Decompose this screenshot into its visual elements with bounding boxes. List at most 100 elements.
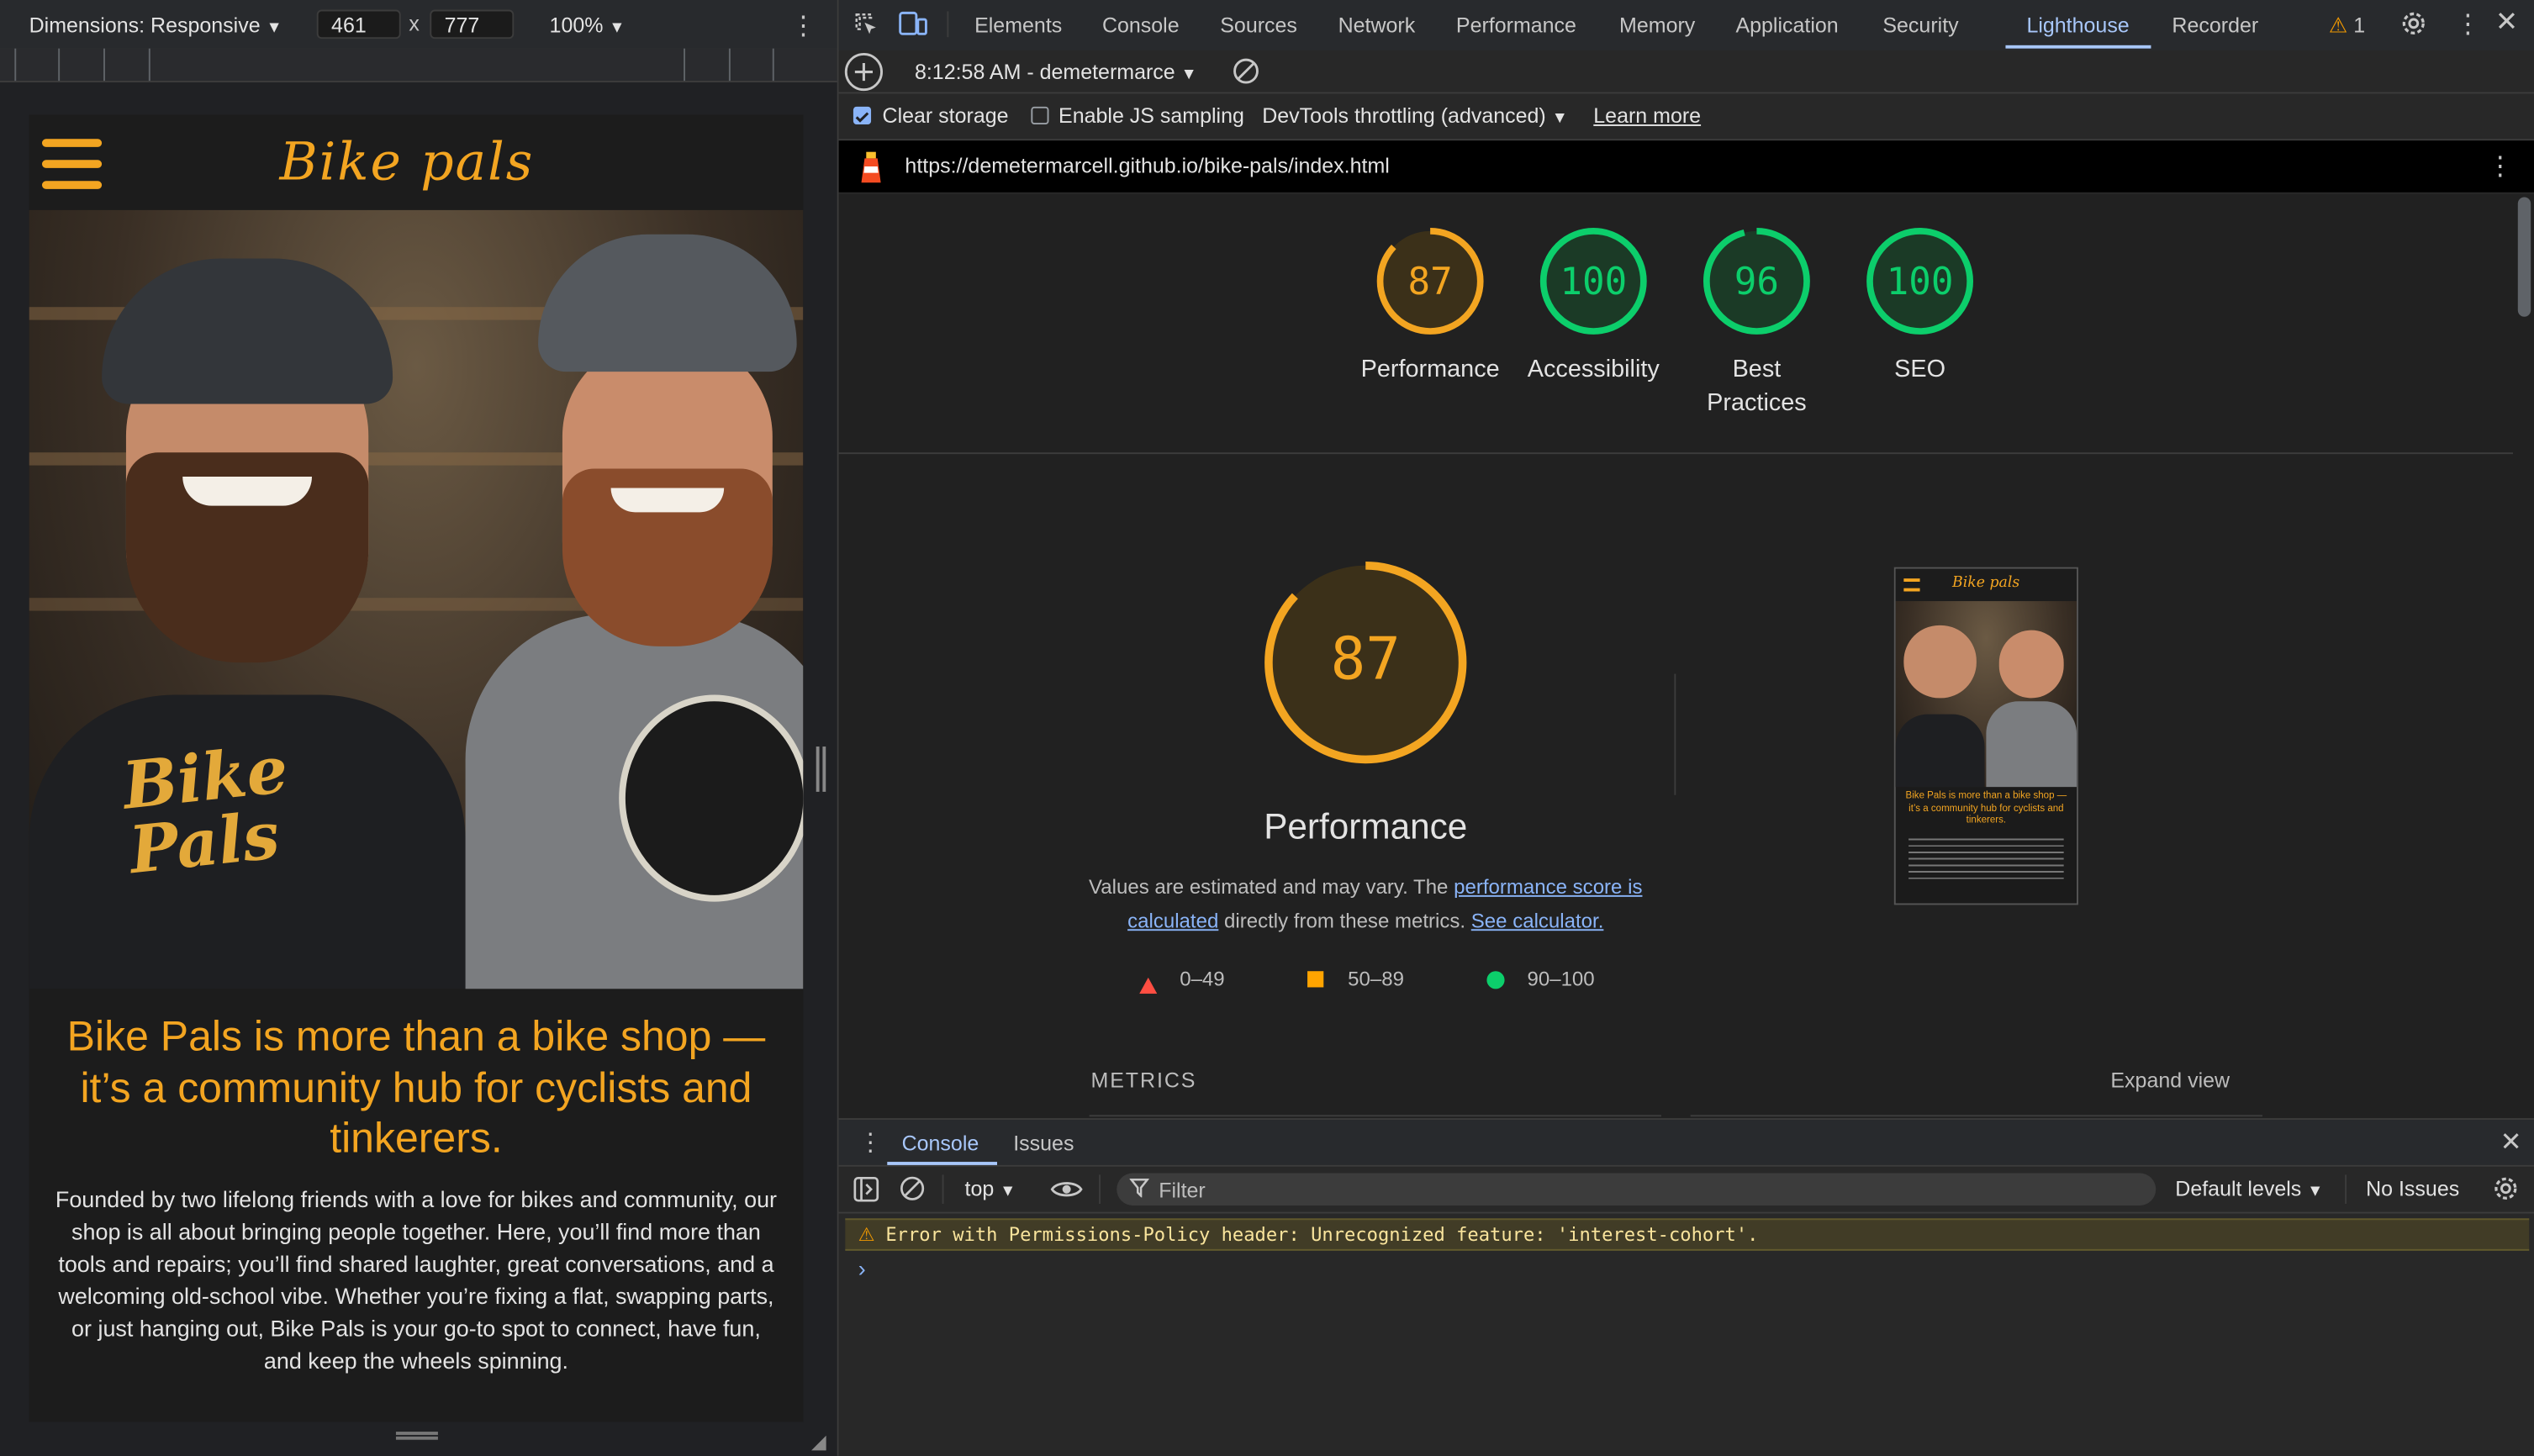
ruler-tick — [684, 48, 686, 82]
gauge-accessibility[interactable]: 100 — [1537, 224, 1650, 338]
site-logo[interactable]: Bike pals — [280, 131, 535, 193]
drawer-menu-icon[interactable]: ⋮ — [858, 1128, 883, 1158]
clear-storage-label: Clear storage — [882, 103, 1009, 128]
console-filter-input[interactable]: Filter — [1117, 1173, 2157, 1205]
settings-gear-icon[interactable] — [2399, 10, 2427, 42]
zoom-label: 100% — [549, 13, 604, 38]
more-options-icon[interactable]: ⋮ — [2487, 150, 2513, 182]
metrics-section-label: METRICS — [1090, 1068, 1197, 1093]
gauge-score: 100 — [1560, 261, 1627, 303]
close-devtools-icon[interactable]: ✕ — [2495, 7, 2518, 39]
clear-report-icon[interactable] — [1232, 56, 1261, 90]
active-tab-indicator — [2005, 45, 2151, 49]
viewport-resize-handle[interactable] — [395, 1432, 438, 1440]
clear-storage-checkbox[interactable] — [853, 106, 872, 125]
live-expression-eye-icon[interactable] — [1050, 1176, 1083, 1207]
report-url-bar: https://demetermarcell.github.io/bike-pa… — [838, 140, 2534, 193]
context-selector[interactable]: top ▼ — [965, 1176, 1016, 1200]
lighthouse-report: 87 Performance 100 Accessibility 96 Best Prac… — [838, 193, 2534, 1119]
console-prompt-icon[interactable]: › — [858, 1256, 866, 1282]
corner-resize-icon[interactable]: ◢ — [811, 1430, 826, 1453]
drawer-tab-issues[interactable]: Issues — [1013, 1132, 1074, 1156]
tab-sources[interactable]: Sources — [1220, 13, 1297, 37]
log-levels-dropdown[interactable]: Default levels ▼ — [2175, 1176, 2323, 1200]
hero-image: Bike Pals — [29, 209, 804, 989]
dropdown-arrow-icon: ▼ — [2307, 1183, 2324, 1201]
dropdown-arrow-icon: ▼ — [266, 19, 282, 38]
more-options-icon[interactable]: ⋮ — [790, 10, 816, 42]
performance-main-gauge: 87 — [1264, 561, 1467, 764]
legend-range-average: 50–89 — [1348, 968, 1404, 991]
gauge-best-practices[interactable]: 96 — [1700, 224, 1813, 338]
ruler-tick — [103, 48, 105, 82]
inspect-element-icon[interactable] — [853, 11, 879, 42]
tab-network[interactable]: Network — [1338, 13, 1416, 37]
gauge-seo[interactable]: 100 — [1863, 224, 1977, 338]
dropdown-arrow-icon: ▼ — [609, 19, 626, 38]
drawer-tab-bar: ⋮ Console Issues ✕ — [838, 1120, 2534, 1167]
issues-counter[interactable]: No Issues — [2366, 1176, 2459, 1200]
thumb-paragraph-lines — [1908, 835, 2064, 884]
clear-console-icon[interactable] — [899, 1174, 926, 1206]
divider — [838, 452, 2514, 455]
legend-range-fail: 0–49 — [1180, 968, 1225, 991]
device-toggle-icon[interactable] — [899, 11, 928, 42]
height-input[interactable]: 777 — [430, 9, 515, 40]
dropdown-arrow-icon: ▼ — [1180, 66, 1197, 84]
tab-recorder[interactable]: Recorder — [2172, 13, 2258, 37]
tab-elements[interactable]: Elements — [974, 13, 1062, 37]
dimensions-dropdown[interactable]: Dimensions: Responsive ▼ — [29, 13, 282, 37]
drawer-tab-console[interactable]: Console — [902, 1132, 979, 1156]
main-gauge-score: 87 — [1331, 625, 1401, 693]
report-selector[interactable]: 8:12:58 AM - demetermarce ▼ — [915, 60, 1197, 84]
pane-splitter-grip[interactable] — [816, 746, 826, 792]
gauge-label: SEO — [1894, 355, 1946, 383]
legend-range-pass: 90–100 — [1527, 968, 1595, 991]
tab-console[interactable]: Console — [1102, 13, 1180, 37]
tab-memory[interactable]: Memory — [1619, 13, 1695, 37]
dimensions-label: Dimensions: Responsive — [29, 13, 261, 38]
lighthouse-logo-icon — [857, 149, 886, 189]
hamburger-menu-icon[interactable] — [29, 114, 119, 209]
tab-application[interactable]: Application — [1735, 13, 1838, 37]
warning-text: Error with Permissions-Policy header: Un… — [885, 1223, 1759, 1247]
description-text: directly from these metrics. — [1218, 910, 1471, 933]
site-paragraph: Founded by two lifelong friends with a l… — [55, 1185, 778, 1374]
thumb-heading: Bike Pals is more than a bike shop — it’… — [1905, 791, 2067, 826]
width-input[interactable]: 461 — [316, 9, 401, 40]
media-query-ruler[interactable] — [0, 48, 837, 83]
fail-triangle-icon — [1139, 973, 1158, 1002]
times-sign: x — [409, 11, 420, 36]
tab-performance[interactable]: Performance — [1456, 13, 1576, 37]
warning-count: 1 — [2353, 13, 2366, 38]
see-calculator-link[interactable]: See calculator. — [1471, 910, 1604, 932]
tab-lighthouse[interactable]: Lighthouse — [2026, 13, 2129, 37]
console-settings-gear-icon[interactable] — [2492, 1174, 2520, 1206]
more-options-icon[interactable]: ⋮ — [2455, 8, 2481, 40]
tab-security[interactable]: Security — [1882, 13, 1958, 37]
report-url[interactable]: https://demetermarcell.github.io/bike-pa… — [905, 154, 1389, 178]
sidebar-toggle-icon[interactable] — [853, 1176, 879, 1207]
filter-funnel-icon — [1128, 1178, 1150, 1202]
report-scrollbar[interactable] — [2517, 197, 2531, 317]
console-warning-message[interactable]: ⚠ Error with Permissions-Policy header: … — [845, 1218, 2530, 1251]
close-drawer-icon[interactable]: ✕ — [2500, 1126, 2522, 1158]
dropdown-arrow-icon: ▼ — [1000, 1183, 1016, 1201]
expand-view-toggle[interactable]: Expand view — [2110, 1068, 2230, 1093]
gauge-performance[interactable]: 87 — [1374, 224, 1487, 338]
console-toolbar: top ▼ Filter Default levels ▼ No Issues — [838, 1166, 2534, 1214]
throttling-dropdown[interactable]: DevTools throttling (advanced) ▼ — [1262, 103, 1568, 128]
learn-more-link[interactable]: Learn more — [1593, 103, 1701, 128]
warning-counter[interactable]: ⚠ 1 — [2329, 13, 2365, 39]
site-intro-section: Bike Pals is more than a bike shop — it’… — [29, 989, 804, 1422]
report-selector-label: 8:12:58 AM - demetermarce — [914, 60, 1175, 84]
warning-icon: ⚠ — [2328, 13, 2348, 38]
final-screenshot-thumbnail[interactable]: Bike pals Bike Pals is more than a bike … — [1893, 567, 2078, 905]
warning-icon: ⚠ — [858, 1223, 875, 1247]
js-sampling-checkbox[interactable] — [1031, 106, 1049, 125]
context-label: top — [964, 1176, 995, 1201]
zoom-dropdown[interactable]: 100% ▼ — [550, 13, 626, 37]
site-heading: Bike Pals is more than a bike shop — it’… — [66, 1011, 766, 1163]
ruler-tick — [728, 48, 731, 82]
new-report-plus-icon[interactable] — [843, 52, 884, 98]
